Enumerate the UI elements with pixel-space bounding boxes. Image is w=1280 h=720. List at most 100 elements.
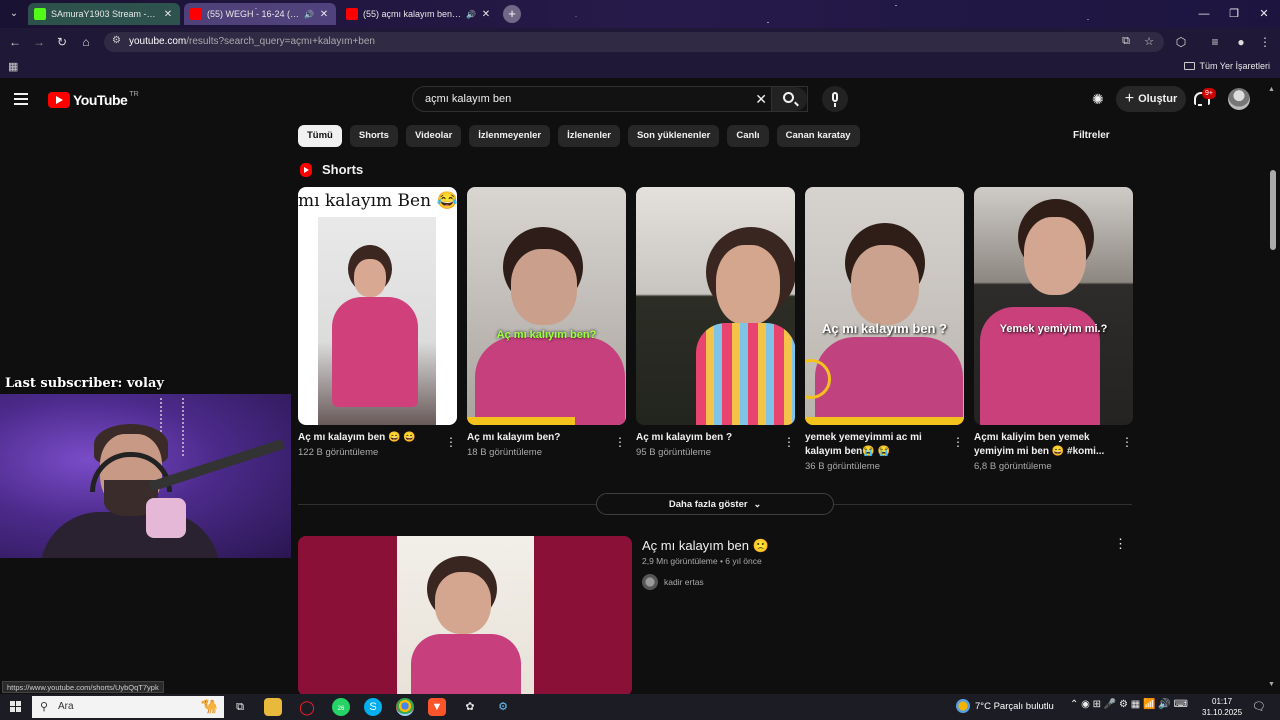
short-title[interactable]: Aç mı kalayım ben ? [636, 431, 776, 445]
chrome-icon[interactable] [396, 698, 414, 716]
clock-time: 01:17 [1212, 697, 1233, 706]
menu-dots-icon[interactable]: ⋮ [1256, 33, 1274, 51]
more-actions-icon[interactable] [1121, 435, 1125, 449]
apps-grid-icon[interactable]: ▦ [8, 60, 18, 73]
close-window-icon[interactable]: ✕ [1248, 0, 1280, 28]
tab-youtube-wegh[interactable]: (55) WEGH - 16-24 (Officia... 🔊 ✕ [184, 3, 336, 25]
short-title[interactable]: Aç mı kalayım ben? [467, 431, 607, 445]
short-title[interactable]: Açmı kaliyim ben yemek yemiyim mi ben 😄 … [974, 431, 1114, 459]
tab-search-chevron-icon[interactable]: ⌄ [6, 6, 22, 22]
bookmark-star-icon[interactable]: ☆ [1144, 35, 1154, 48]
tab-kick-stream[interactable]: SAmuraY1903 Stream - Kick D... ✕ [28, 3, 180, 25]
chip-all[interactable]: Tümü [298, 125, 342, 147]
search-box[interactable]: açmı kalayım ben ✕ [412, 86, 808, 112]
all-bookmarks-button[interactable]: Tüm Yer İşaretleri [1184, 61, 1270, 71]
more-actions-icon[interactable] [614, 435, 618, 449]
short-title[interactable]: Aç mı kalayım ben 😄 😄 [298, 431, 438, 445]
voice-search-mic-icon[interactable] [822, 86, 848, 112]
scroll-down-arrow-icon[interactable]: ▼ [1268, 681, 1275, 688]
more-actions-icon[interactable] [952, 435, 956, 449]
speaker-icon[interactable]: 🔊 [466, 10, 476, 19]
minimize-icon[interactable]: — [1188, 0, 1220, 28]
opera-icon[interactable]: ◯ [298, 698, 316, 716]
whatsapp-icon[interactable]: 26 [332, 698, 350, 716]
skype-icon[interactable]: S [364, 698, 382, 716]
search-input[interactable]: açmı kalayım ben [425, 93, 511, 105]
new-tab-plus-icon[interactable]: + [503, 5, 521, 23]
guide-menu-icon[interactable] [14, 90, 34, 110]
account-avatar[interactable] [1228, 88, 1250, 110]
shorts-logo-icon [300, 162, 312, 177]
notification-center-icon[interactable]: 🗨 [1252, 700, 1266, 713]
filters-button[interactable]: Filtreler [1073, 130, 1110, 141]
video-title[interactable]: Aç mı kalayım ben 🙁 [642, 538, 769, 554]
profile-avatar-icon[interactable]: ● [1232, 33, 1250, 51]
short-card[interactable]: Yemek yemiyim mi.? Açmı kaliyim ben yeme… [974, 187, 1133, 472]
taskbar-search[interactable]: ⚲ Ara 🐪 [32, 696, 224, 718]
chip-shorts[interactable]: Shorts [349, 125, 398, 147]
youtube-logo[interactable]: YouTube TR [48, 91, 139, 109]
video-thumbnail[interactable] [298, 536, 632, 696]
clear-search-icon[interactable]: ✕ [755, 91, 767, 108]
steam-icon[interactable]: ⚙ [494, 698, 512, 716]
more-actions-icon[interactable] [783, 435, 787, 449]
address-bar[interactable]: ⚙ youtube.com/results?search_query=açmı+… [104, 32, 1164, 52]
search-button[interactable] [771, 87, 807, 111]
taskbar-search-input[interactable]: Ara [58, 701, 74, 712]
create-button[interactable]: + Oluştur [1116, 86, 1186, 112]
show-more-button[interactable]: Daha fazla göster ⌄ [596, 493, 834, 515]
chatgpt-icon[interactable]: ✿ [461, 698, 479, 716]
chip-live[interactable]: Canlı [727, 125, 769, 147]
clock[interactable]: 01:17 31.10.2025 [1202, 696, 1242, 718]
short-thumbnail[interactable]: Aç mı kalıyım ben? [467, 187, 626, 425]
short-thumbnail[interactable]: mı kalayım Ben 😂 [298, 187, 457, 425]
site-info-icon[interactable]: ⚙ [112, 35, 121, 46]
chip-watched[interactable]: İzlenenler [558, 125, 620, 147]
reading-list-icon[interactable]: ≡ [1206, 33, 1224, 51]
all-bookmarks-label: Tüm Yer İşaretleri [1199, 61, 1270, 71]
short-thumbnail[interactable]: Aç mı kalayım ben ? [805, 187, 964, 425]
tab-title: (55) açmı kalayım ben - Yo... [363, 9, 463, 19]
search-icon: ⚲ [40, 701, 49, 713]
file-explorer-icon[interactable] [264, 698, 282, 716]
extensions-icon[interactable]: ⬡ [1172, 33, 1190, 51]
home-icon[interactable]: ⌂ [77, 33, 95, 51]
short-thumbnail[interactable]: Yemek yemiyim mi.? [974, 187, 1133, 425]
chip-recently-uploaded[interactable]: Son yüklenenler [627, 125, 720, 147]
system-tray-icons[interactable]: ⌃ ◉ ⊞ 🎤 ⚙ ▦ 📶 🔊 ⌨ [1070, 699, 1188, 710]
install-app-icon[interactable]: ⧉ [1122, 35, 1130, 48]
channel-name[interactable]: kadir ertas [664, 577, 704, 587]
short-overlay-text: Aç mı kalıyım ben? [496, 329, 597, 341]
close-tab-icon[interactable]: ✕ [480, 9, 492, 20]
video-channel[interactable]: kadir ertas [642, 574, 704, 590]
scroll-up-arrow-icon[interactable]: ▲ [1268, 86, 1275, 93]
reload-icon[interactable]: ↻ [53, 33, 71, 51]
short-card[interactable]: Aç mı kalıyım ben? Aç mı kalayım ben? 18… [467, 187, 626, 472]
video-frame [397, 536, 534, 696]
more-actions-icon[interactable] [445, 435, 449, 449]
short-card[interactable]: Aç mı kalayım ben ? 95 B görüntüleme [636, 187, 795, 472]
chip-unwatched[interactable]: İzlenmeyenler [469, 125, 551, 147]
chip-canan-karatay[interactable]: Canan karatay [776, 125, 860, 147]
windows-start-icon[interactable] [10, 701, 22, 713]
short-title[interactable]: yemek yemeyimmi ac mi kalayım ben😭 😭 [805, 431, 945, 459]
close-tab-icon[interactable]: ✕ [162, 9, 174, 20]
short-card[interactable]: mı kalayım Ben 😂 Aç mı kalayım ben 😄 😄 1… [298, 187, 457, 472]
page-scrollbar-thumb[interactable] [1270, 170, 1276, 250]
brave-icon[interactable]: ▼ [428, 698, 446, 716]
close-tab-icon[interactable]: ✕ [318, 9, 330, 20]
short-card[interactable]: Aç mı kalayım ben ? yemek yemeyimmi ac m… [805, 187, 964, 472]
task-view-icon[interactable]: ⧉ [231, 698, 249, 716]
short-thumbnail[interactable] [636, 187, 795, 425]
channel-avatar[interactable] [642, 574, 658, 590]
maximize-icon[interactable]: ❐ [1218, 0, 1250, 28]
chevron-down-icon: ⌄ [753, 499, 762, 509]
speaker-icon[interactable]: 🔊 [304, 10, 314, 19]
video-more-actions-icon[interactable]: ⋮ [1114, 536, 1127, 552]
cast-settings-icon[interactable]: ✺ [1092, 91, 1108, 107]
forward-arrow-icon[interactable]: → [30, 33, 48, 51]
weather-widget[interactable]: 7°C Parçalı bulutlu [956, 699, 1054, 713]
back-arrow-icon[interactable]: ← [6, 33, 24, 51]
tab-youtube-search-active[interactable]: (55) açmı kalayım ben - Yo... 🔊 ✕ [340, 3, 498, 25]
chip-videos[interactable]: Videolar [405, 125, 462, 147]
